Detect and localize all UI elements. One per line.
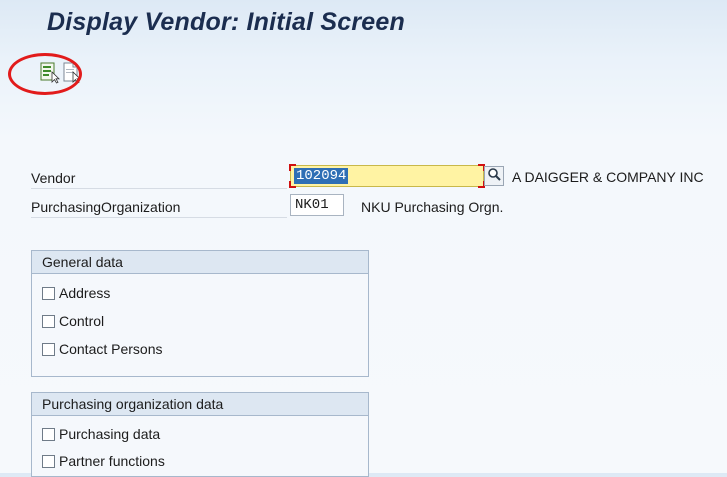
purchasing-org-data-title: Purchasing organization data: [32, 393, 368, 416]
purch-org-input[interactable]: NK01: [290, 194, 344, 216]
focus-corner: [289, 181, 296, 188]
purchasing-data-checkbox[interactable]: [42, 427, 55, 441]
control-checkbox[interactable]: [42, 314, 55, 328]
contact-persons-checkbox[interactable]: [42, 342, 55, 356]
purchasing-data-option[interactable]: Purchasing data: [42, 424, 160, 444]
vendor-input[interactable]: 102094: [289, 164, 485, 188]
page-title: Display Vendor: Initial Screen: [47, 8, 405, 36]
address-label: Address: [59, 285, 111, 301]
partner-functions-label: Partner functions: [59, 453, 165, 469]
contact-persons-option[interactable]: Contact Persons: [42, 339, 163, 359]
address-option[interactable]: Address: [42, 283, 110, 303]
vendor-name: A DAIGGER & COMPANY INC: [512, 169, 704, 185]
control-option[interactable]: Control: [42, 311, 104, 331]
contact-persons-label: Contact Persons: [59, 341, 163, 357]
vendor-label: Vendor: [31, 170, 76, 186]
partner-functions-checkbox[interactable]: [42, 454, 55, 468]
focus-corner: [289, 164, 296, 171]
annotation-circle: [8, 53, 82, 95]
general-data-group: General data Address Control Contact Per…: [31, 250, 369, 377]
purchasing-org-data-group: Purchasing organization data Purchasing …: [31, 392, 369, 477]
search-icon: [487, 167, 501, 186]
general-data-title: General data: [32, 251, 368, 274]
purchasing-data-label: Purchasing data: [59, 426, 161, 442]
vendor-input-value: 102094: [294, 168, 349, 184]
partner-functions-option[interactable]: Partner functions: [42, 451, 165, 471]
search-help-button[interactable]: [484, 166, 504, 186]
purch-org-description: NKU Purchasing Orgn.: [361, 199, 504, 215]
address-checkbox[interactable]: [42, 286, 55, 300]
control-label: Control: [59, 313, 105, 329]
purch-org-label: PurchasingOrganization: [31, 199, 181, 215]
vendor-label-underline: [31, 188, 287, 189]
purch-org-label-underline: [31, 217, 287, 218]
